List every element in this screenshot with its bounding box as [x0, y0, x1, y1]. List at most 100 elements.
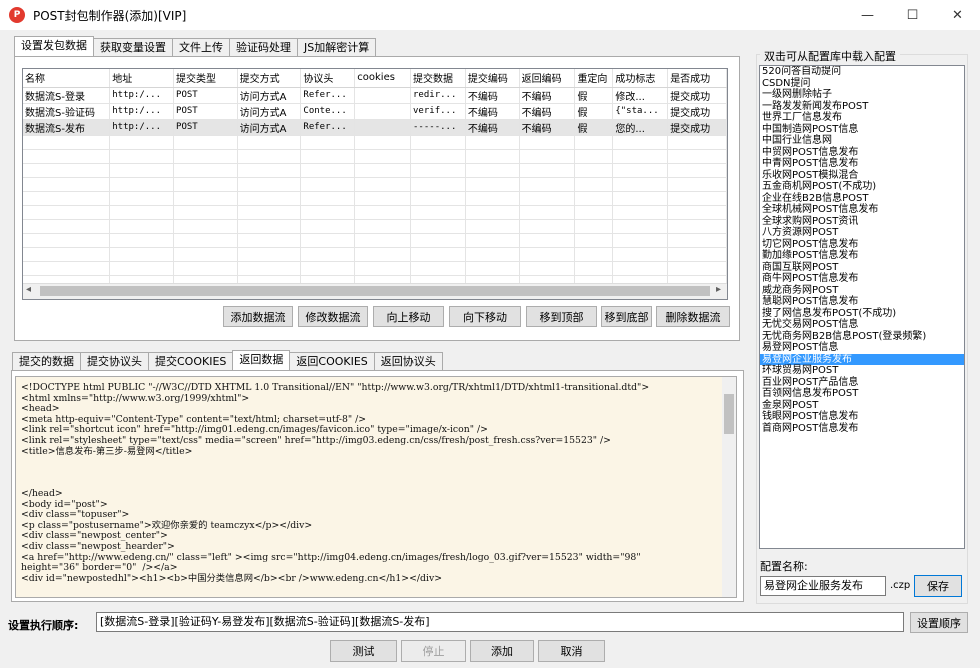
table-row[interactable]: 数据流S-验证码 http:/... POST 访问方式A Conte... v… — [23, 103, 727, 120]
response-scroll-thumb[interactable] — [724, 394, 734, 434]
app-icon: P — [9, 7, 25, 23]
list-item[interactable]: 全球机械网POST信息发布 — [760, 204, 964, 216]
list-item[interactable]: 百领网信息发布POST — [760, 388, 964, 400]
window-title: POST封包制作器(添加)[VIP] — [33, 8, 187, 23]
tab-response-headers[interactable]: 返回协议头 — [373, 352, 443, 370]
col-header[interactable]: cookies — [354, 69, 412, 88]
move-up-button[interactable]: 向上移动 — [373, 306, 444, 327]
response-text-area[interactable]: <!DOCTYPE html PUBLIC "-//W3C//DTD XHTML… — [15, 376, 737, 598]
config-library-title: 双击可从配置库中载入配置 — [760, 48, 900, 64]
col-header[interactable]: 协议头 — [300, 69, 356, 88]
move-top-button[interactable]: 移到顶部 — [526, 306, 597, 327]
table-row-selected[interactable]: 数据流S-发布 http:/... POST 访问方式A Refer... --… — [23, 119, 727, 136]
grid-cell: 不编码 — [465, 87, 520, 104]
grid-cell: 不编码 — [465, 103, 520, 120]
list-item[interactable]: CSDN提问 — [760, 78, 964, 90]
minimize-button[interactable]: — — [845, 0, 890, 30]
tab-variable-settings[interactable]: 获取变量设置 — [93, 38, 173, 56]
col-header[interactable]: 提交类型 — [173, 69, 238, 88]
grid-cell: 数据流S-验证码 — [23, 103, 111, 120]
grid-cell: redir... — [410, 87, 466, 104]
grid-cell: 假 — [574, 87, 614, 104]
list-item[interactable]: 中国制造网POST信息 — [760, 124, 964, 136]
tab-response-cookies[interactable]: 返回COOKIES — [289, 352, 375, 370]
list-item[interactable]: 商牛网POST信息发布 — [760, 273, 964, 285]
list-item[interactable]: 金泉网POST — [760, 400, 964, 412]
grid-cell: 数据流S-登录 — [23, 87, 111, 104]
delete-dataflow-button[interactable]: 删除数据流 — [656, 306, 730, 327]
col-header[interactable]: 提交方式 — [237, 69, 302, 88]
grid-cell: 提交成功 — [667, 119, 727, 136]
grid-cell: Refer... — [300, 87, 356, 104]
add-button[interactable]: 添加 — [470, 640, 534, 662]
list-item[interactable]: 百业网POST产品信息 — [760, 377, 964, 389]
list-item[interactable]: 五金商机网POST(不成功) — [760, 181, 964, 193]
tab-send-data[interactable]: 设置发包数据 — [14, 36, 94, 56]
col-header[interactable]: 重定向 — [574, 69, 614, 88]
col-header[interactable]: 是否成功 — [667, 69, 727, 88]
set-order-button[interactable]: 设置顺序 — [910, 612, 968, 633]
col-header[interactable]: 成功标志 — [612, 69, 669, 88]
col-header[interactable]: 提交数据 — [410, 69, 466, 88]
list-item[interactable]: 钱眼网POST信息发布 — [760, 411, 964, 423]
table-row[interactable]: 数据流S-登录 http:/... POST 访问方式A Refer... re… — [23, 87, 727, 104]
config-library-list[interactable]: 520问答自动提问 CSDN提问 一级网删除帖子 一路发发新闻发布POST 世界… — [759, 65, 965, 549]
list-item-selected[interactable]: 易登网企业服务发布 — [760, 353, 964, 365]
list-item[interactable]: 搜了网信息发布POST(不成功) — [760, 308, 964, 320]
close-button[interactable]: ✕ — [935, 0, 980, 30]
list-item[interactable]: 慧聪网POST信息发布 — [760, 296, 964, 308]
list-item[interactable]: 无忧交易网POST信息 — [760, 319, 964, 331]
exec-order-field[interactable]: [数据流S-登录][验证码Y-易登发布][数据流S-验证码][数据流S-发布] — [96, 612, 904, 632]
list-item[interactable]: 一级网删除帖子 — [760, 89, 964, 101]
list-item[interactable]: 切它网POST信息发布 — [760, 239, 964, 251]
move-down-button[interactable]: 向下移动 — [449, 306, 521, 327]
list-item[interactable]: 易登网POST信息 — [760, 342, 964, 354]
col-header[interactable]: 地址 — [109, 69, 175, 88]
scroll-left-icon[interactable]: ◂ — [26, 284, 31, 295]
grid-cell: 数据流S-发布 — [23, 119, 111, 136]
grid-cell: http:/... — [109, 103, 175, 120]
dataflow-grid[interactable]: 名称 地址 提交类型 提交方式 协议头 cookies 提交数据 提交编码 返回… — [22, 68, 728, 300]
tab-file-upload[interactable]: 文件上传 — [172, 38, 230, 56]
list-item[interactable]: 商国互联网POST — [760, 262, 964, 274]
list-item[interactable]: 中国行业信息网 — [760, 135, 964, 147]
add-dataflow-button[interactable]: 添加数据流 — [223, 306, 293, 327]
list-item[interactable]: 勤加缘POST信息发布 — [760, 250, 964, 262]
list-item[interactable]: 中贸网POST信息发布 — [760, 147, 964, 159]
tab-submitted-data[interactable]: 提交的数据 — [12, 352, 81, 370]
list-item[interactable]: 环球贸易网POST — [760, 365, 964, 377]
save-config-button[interactable]: 保存 — [914, 575, 962, 597]
title-bar: P POST封包制作器(添加)[VIP] — ☐ ✕ — [0, 0, 980, 30]
tab-response-data[interactable]: 返回数据 — [232, 350, 291, 370]
tab-submitted-headers[interactable]: 提交协议头 — [80, 352, 149, 370]
col-header[interactable]: 名称 — [23, 69, 111, 88]
list-item[interactable]: 企业在线B2B信息POST — [760, 193, 964, 205]
list-item[interactable]: 威龙商务网POST — [760, 285, 964, 297]
scroll-right-icon[interactable]: ▸ — [716, 284, 721, 295]
grid-cell: Refer... — [300, 119, 356, 136]
grid-scroll-thumb[interactable] — [40, 286, 710, 296]
grid-cell: -----... — [410, 119, 466, 136]
list-item[interactable]: 全球求购网POST资讯 — [760, 216, 964, 228]
list-item[interactable]: 八方资源网POST — [760, 227, 964, 239]
move-bottom-button[interactable]: 移到底部 — [601, 306, 652, 327]
tab-js-crypto[interactable]: JS加解密计算 — [297, 38, 377, 56]
list-item[interactable]: 无忧商务网B2B信息POST(登录频繁) — [760, 331, 964, 343]
list-item[interactable]: 首商网POST信息发布 — [760, 423, 964, 435]
grid-header-row: 名称 地址 提交类型 提交方式 协议头 cookies 提交数据 提交编码 返回… — [23, 69, 727, 88]
tab-submitted-cookies[interactable]: 提交COOKIES — [148, 352, 234, 370]
edit-dataflow-button[interactable]: 修改数据流 — [298, 306, 368, 327]
test-button[interactable]: 测试 — [330, 640, 397, 662]
stop-button: 停止 — [401, 640, 466, 662]
maximize-button[interactable]: ☐ — [890, 0, 935, 30]
list-item[interactable]: 一路发发新闻发布POST — [760, 101, 964, 113]
col-header[interactable]: 返回编码 — [519, 69, 576, 88]
config-name-field[interactable]: 易登网企业服务发布 — [760, 576, 886, 596]
col-header[interactable]: 提交编码 — [465, 69, 520, 88]
list-item[interactable]: 世界工厂信息发布 — [760, 112, 964, 124]
list-item[interactable]: 乐收网POST模拟混合 — [760, 170, 964, 182]
list-item[interactable]: 520问答自动提问 — [760, 66, 964, 78]
list-item[interactable]: 中青网POST信息发布 — [760, 158, 964, 170]
cancel-button[interactable]: 取消 — [538, 640, 605, 662]
tab-captcha[interactable]: 验证码处理 — [229, 38, 298, 56]
